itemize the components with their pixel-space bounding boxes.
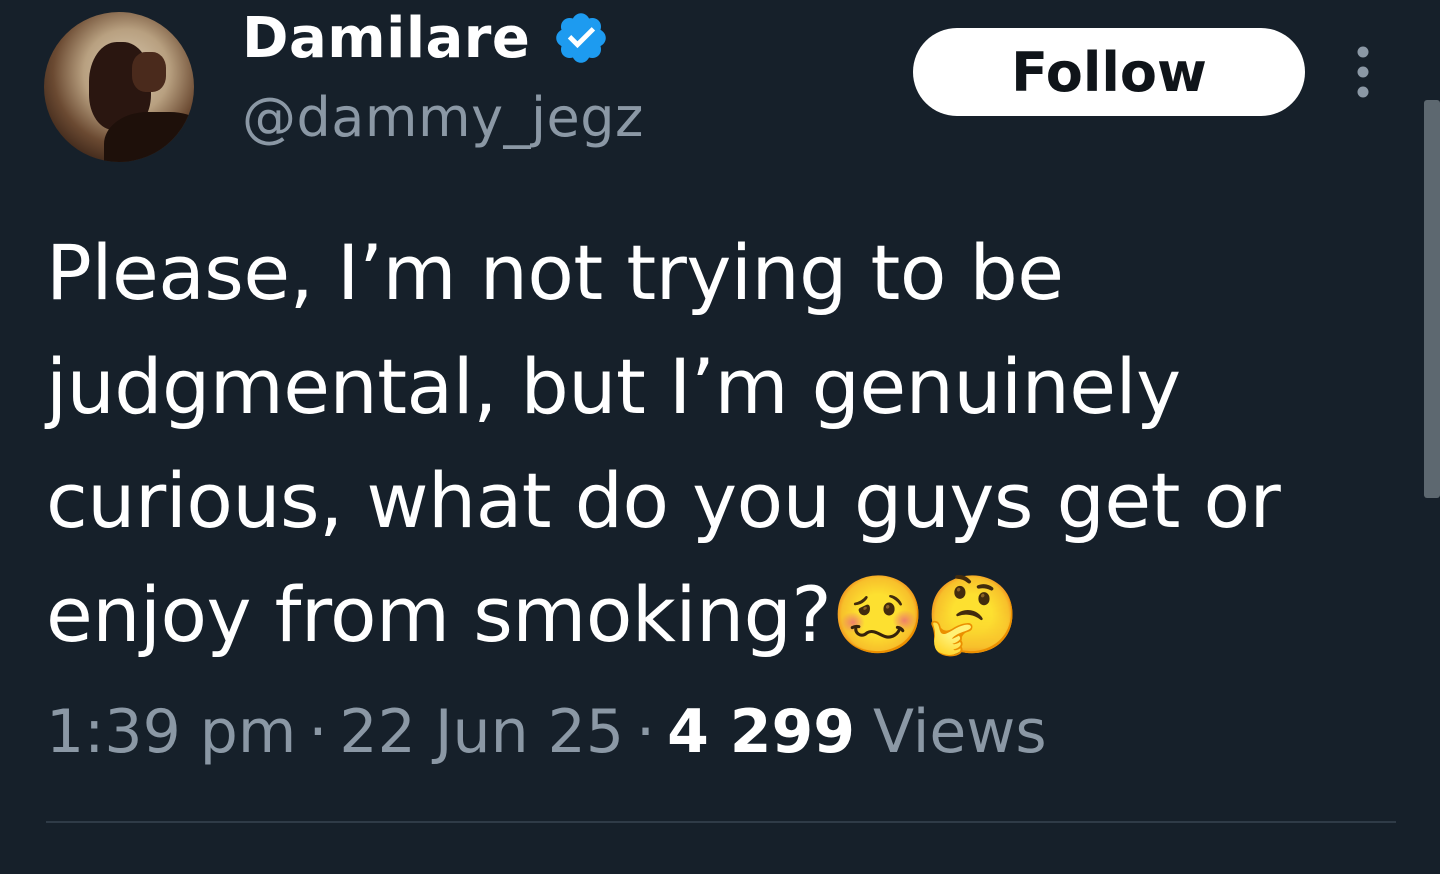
scrollbar[interactable]	[1424, 100, 1440, 498]
verified-badge-icon	[556, 13, 607, 63]
avatar-arm	[104, 112, 194, 162]
tweet-detail: Damilare @dammy_jegz Follow Please, I’m …	[0, 0, 1440, 874]
views-count[interactable]: 4 299	[667, 697, 855, 767]
tweet-text: Please, I’m not trying to be judgmental,…	[46, 228, 1281, 659]
tweet-date[interactable]: 22 Jun 25	[339, 697, 624, 767]
author-display-name[interactable]: Damilare	[242, 6, 530, 71]
meta-separator: ·	[636, 697, 656, 767]
views-label[interactable]: Views	[873, 697, 1047, 767]
author-name-row: Damilare	[242, 2, 610, 74]
more-vertical-icon[interactable]	[1348, 44, 1378, 100]
author-handle[interactable]: @dammy_jegz	[242, 86, 644, 149]
tweet-meta: 1:39 pm · 22 Jun 25 · 4 299 Views	[46, 690, 1047, 774]
avatar-hand	[132, 52, 166, 92]
meta-separator: ·	[308, 697, 328, 767]
divider	[46, 821, 1396, 823]
follow-button[interactable]: Follow	[913, 28, 1305, 116]
avatar[interactable]	[44, 12, 194, 162]
tweet-time[interactable]: 1:39 pm	[46, 697, 296, 767]
